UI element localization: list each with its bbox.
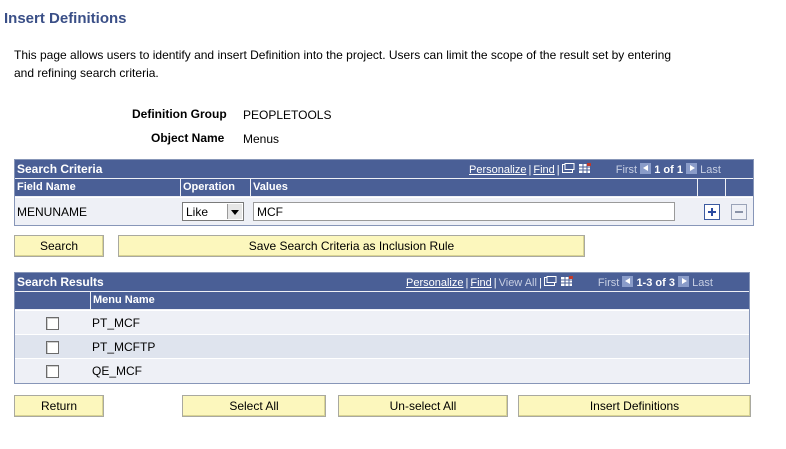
zoom-icon[interactable] [561, 163, 575, 174]
result-row[interactable]: PT_MCFTP [15, 334, 749, 358]
view-all-link[interactable]: View All [499, 277, 537, 289]
search-button[interactable]: Search [14, 235, 104, 257]
search-criteria-grid: Search Criteria Personalize | Find | First … [14, 159, 754, 226]
col-menu-name[interactable]: Menu Name [91, 292, 749, 309]
results-range: 1-3 of 3 [636, 277, 675, 289]
return-button[interactable]: Return [14, 395, 104, 417]
page-title: Insert Definitions [4, 10, 127, 27]
criteria-row: MENUNAME Like MCF [15, 197, 753, 225]
last-label: Last [700, 164, 721, 176]
chevron-down-icon[interactable] [227, 204, 242, 219]
next-arrow-icon[interactable] [678, 276, 690, 287]
col-values[interactable]: Values [251, 179, 697, 196]
page-intro: This page allows users to identify and i… [14, 48, 671, 80]
definition-group-value: PEOPLETOOLS [243, 108, 332, 122]
find-link[interactable]: Find [533, 164, 554, 176]
col-delete [726, 179, 753, 196]
prev-arrow-icon[interactable] [622, 276, 634, 287]
col-add [698, 179, 725, 196]
search-results-header: Search Results Personalize | Find | View All… [15, 273, 749, 291]
row-checkbox[interactable] [46, 365, 59, 378]
operation-select[interactable]: Like [182, 202, 244, 221]
insert-definitions-button[interactable]: Insert Definitions [518, 395, 751, 417]
spreadsheet-icon[interactable] [560, 276, 573, 287]
first-label: First [615, 164, 638, 176]
search-results-grid: Search Results Personalize | Find | View All… [14, 272, 750, 384]
definition-group-label: Definition Group [132, 107, 227, 121]
search-results-nav: Personalize | Find | View All | First 1-3 of … [406, 276, 713, 289]
object-name-label: Object Name [151, 131, 225, 145]
select-all-button[interactable]: Select All [182, 395, 326, 417]
col-operation[interactable]: Operation [181, 179, 250, 196]
spreadsheet-icon[interactable] [578, 163, 591, 174]
find-link[interactable]: Find [470, 277, 491, 289]
plus-icon[interactable] [704, 204, 720, 220]
menu-name-cell: PT_MCFTP [92, 340, 156, 354]
search-criteria-header: Search Criteria Personalize | Find | First … [15, 160, 753, 178]
col-field-name[interactable]: Field Name [15, 179, 180, 196]
prev-arrow-icon[interactable] [640, 163, 652, 174]
personalize-link[interactable]: Personalize [469, 164, 526, 176]
search-results-title: Search Results [17, 275, 104, 289]
criteria-range: 1 of 1 [654, 164, 683, 176]
last-label: Last [692, 277, 713, 289]
field-name-cell: MENUNAME [17, 205, 88, 219]
unselect-all-button[interactable]: Un-select All [338, 395, 508, 417]
col-select [15, 292, 90, 309]
menu-name-cell: PT_MCF [92, 316, 140, 330]
object-name-value: Menus [243, 132, 280, 146]
next-arrow-icon[interactable] [686, 163, 698, 174]
personalize-link[interactable]: Personalize [406, 277, 463, 289]
save-inclusion-rule-button[interactable]: Save Search Criteria as Inclusion Rule [118, 235, 585, 257]
first-label: First [597, 277, 620, 289]
row-checkbox[interactable] [46, 317, 59, 330]
values-input[interactable]: MCF [253, 202, 675, 221]
result-row[interactable]: PT_MCF [15, 310, 749, 334]
result-row[interactable]: QE_MCF [15, 358, 749, 382]
row-checkbox[interactable] [46, 341, 59, 354]
search-criteria-title: Search Criteria [17, 162, 103, 176]
zoom-icon[interactable] [543, 276, 557, 287]
search-criteria-nav: Personalize | Find | First 1 of 1 Last [469, 163, 721, 176]
minus-icon[interactable] [731, 204, 747, 220]
menu-name-cell: QE_MCF [92, 364, 143, 378]
